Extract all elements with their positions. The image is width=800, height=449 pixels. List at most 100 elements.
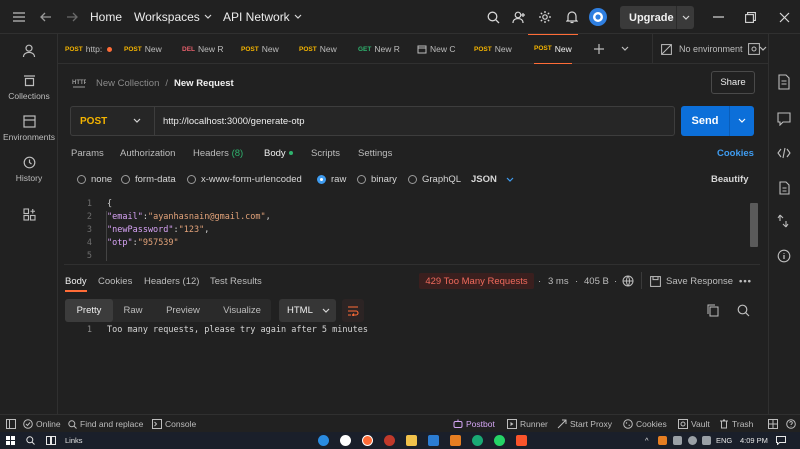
wrap-lines-button[interactable] <box>342 299 364 322</box>
windows-start-icon[interactable] <box>6 436 15 445</box>
tab-request[interactable]: POST http: <box>65 34 113 64</box>
body-type-urlencoded[interactable]: x-www-form-urlencoded <box>187 174 302 185</box>
account-icon[interactable] <box>0 44 58 58</box>
cookies-link[interactable]: Cookies <box>717 148 754 159</box>
tray-chevron-icon[interactable]: ^ <box>645 436 649 445</box>
radio-icon[interactable] <box>187 175 196 184</box>
new-tab-button[interactable] <box>594 34 604 64</box>
view-pretty[interactable]: Pretty <box>65 299 113 322</box>
help-icon[interactable] <box>786 419 796 429</box>
search-icon[interactable] <box>484 8 502 26</box>
whatsapp-icon[interactable] <box>494 435 505 446</box>
notification-icon[interactable] <box>776 436 786 445</box>
tab-request[interactable]: DEL New R <box>182 34 224 64</box>
console-button[interactable]: Console <box>152 419 196 429</box>
body-type-form-data[interactable]: form-data <box>121 174 176 185</box>
radio-icon[interactable] <box>357 175 366 184</box>
url-input[interactable]: http://localhost:3000/generate-otp <box>154 106 675 136</box>
file-explorer-icon[interactable] <box>406 435 417 446</box>
tab-scripts[interactable]: Scripts <box>311 148 340 159</box>
gear-icon[interactable] <box>536 8 554 26</box>
tab-list-button[interactable] <box>621 34 629 64</box>
vscode-icon[interactable] <box>428 435 439 446</box>
tab-body[interactable]: Body <box>264 148 293 159</box>
method-select[interactable]: POST <box>70 106 154 136</box>
forward-arrow-icon[interactable] <box>63 8 81 26</box>
tab-request[interactable]: POST New <box>241 34 279 64</box>
globe-icon[interactable] <box>622 275 634 287</box>
comments-icon[interactable] <box>777 112 793 128</box>
tab-authorization[interactable]: Authorization <box>120 148 175 159</box>
online-status[interactable]: Online <box>23 419 61 429</box>
view-preview[interactable]: Preview <box>153 299 213 322</box>
taskbar-app-icon[interactable] <box>384 435 395 446</box>
body-type-none[interactable]: none <box>77 174 112 185</box>
nav-home[interactable]: Home <box>90 10 122 24</box>
format-select[interactable]: JSON <box>471 174 514 185</box>
chevron-down-icon[interactable] <box>677 15 694 21</box>
layout-icon[interactable] <box>768 419 778 429</box>
language-indicator[interactable]: ENG <box>716 436 732 445</box>
nav-workspaces[interactable]: Workspaces <box>134 10 212 24</box>
status-badge[interactable]: 429 Too Many Requests <box>419 273 534 289</box>
postman-icon[interactable] <box>362 435 373 446</box>
trash-button[interactable]: Trash <box>719 419 753 429</box>
beautify-link[interactable]: Beautify <box>711 174 748 185</box>
more-options-icon[interactable]: ••• <box>739 276 752 287</box>
radio-icon[interactable] <box>121 175 130 184</box>
response-tab-cookies[interactable]: Cookies <box>98 276 132 287</box>
radio-icon[interactable] <box>77 175 86 184</box>
taskbar-app-icon[interactable] <box>450 435 461 446</box>
environment-quick-look-icon[interactable] <box>748 34 760 64</box>
share-button[interactable]: Share <box>711 71 755 94</box>
invite-user-icon[interactable] <box>510 8 528 26</box>
clock[interactable]: 4:09 PM <box>740 436 768 445</box>
view-raw[interactable]: Raw <box>113 299 153 322</box>
vault-button[interactable]: Vault <box>678 419 710 429</box>
breadcrumb-request[interactable]: New Request <box>174 78 234 89</box>
response-time[interactable]: 3 ms <box>548 276 569 287</box>
tray-app-icon[interactable] <box>658 436 667 445</box>
restore-icon[interactable] <box>741 8 759 26</box>
nav-api-network[interactable]: API Network <box>223 10 302 24</box>
sidebar-item-collections[interactable]: Collections <box>0 74 58 101</box>
find-replace-button[interactable]: Find and replace <box>68 419 143 429</box>
close-icon[interactable] <box>775 8 793 26</box>
bell-icon[interactable] <box>563 8 581 26</box>
breadcrumb-collection[interactable]: New Collection <box>96 78 159 89</box>
upgrade-button[interactable]: Upgrade <box>620 6 694 29</box>
start-proxy-button[interactable]: Start Proxy <box>557 419 612 429</box>
chevron-down-icon[interactable] <box>730 118 754 124</box>
tab-params[interactable]: Params <box>71 148 104 159</box>
sidebar-item-environments[interactable]: Environments <box>0 115 58 142</box>
runner-button[interactable]: Runner <box>507 419 548 429</box>
taskbar-app-icon[interactable] <box>340 435 351 446</box>
tab-request[interactable]: POST New <box>124 34 162 64</box>
editor-scrollbar[interactable] <box>750 203 758 247</box>
back-arrow-icon[interactable] <box>37 8 55 26</box>
search-icon[interactable] <box>737 304 750 317</box>
tab-request[interactable]: GET New R <box>358 34 400 64</box>
response-tab-body[interactable]: Body <box>65 276 87 292</box>
tab-settings[interactable]: Settings <box>358 148 392 159</box>
tab-request[interactable]: POST New <box>299 34 337 64</box>
body-type-raw[interactable]: raw <box>317 174 346 185</box>
radio-icon[interactable] <box>408 175 417 184</box>
related-collections-icon[interactable] <box>777 181 793 197</box>
response-tab-headers[interactable]: Headers (12) <box>144 276 199 287</box>
view-visualize[interactable]: Visualize <box>213 299 271 322</box>
save-response-button[interactable]: Save Response <box>650 276 733 287</box>
tab-request-active[interactable]: POST New <box>528 34 578 64</box>
volume-icon[interactable] <box>702 436 711 445</box>
tab-headers[interactable]: Headers (8) <box>193 148 243 159</box>
body-type-binary[interactable]: binary <box>357 174 397 185</box>
taskbar-links[interactable]: Links <box>65 436 83 445</box>
info-icon[interactable] <box>777 249 793 265</box>
postbot-button[interactable]: Postbot <box>453 419 495 429</box>
menu-icon[interactable] <box>10 8 28 26</box>
tab-request[interactable]: POST New <box>474 34 512 64</box>
cookies-button[interactable]: Cookies <box>623 419 667 429</box>
taskbar-app-icon[interactable] <box>318 435 329 446</box>
minimize-icon[interactable] <box>709 8 727 26</box>
task-view-icon[interactable] <box>46 436 56 445</box>
